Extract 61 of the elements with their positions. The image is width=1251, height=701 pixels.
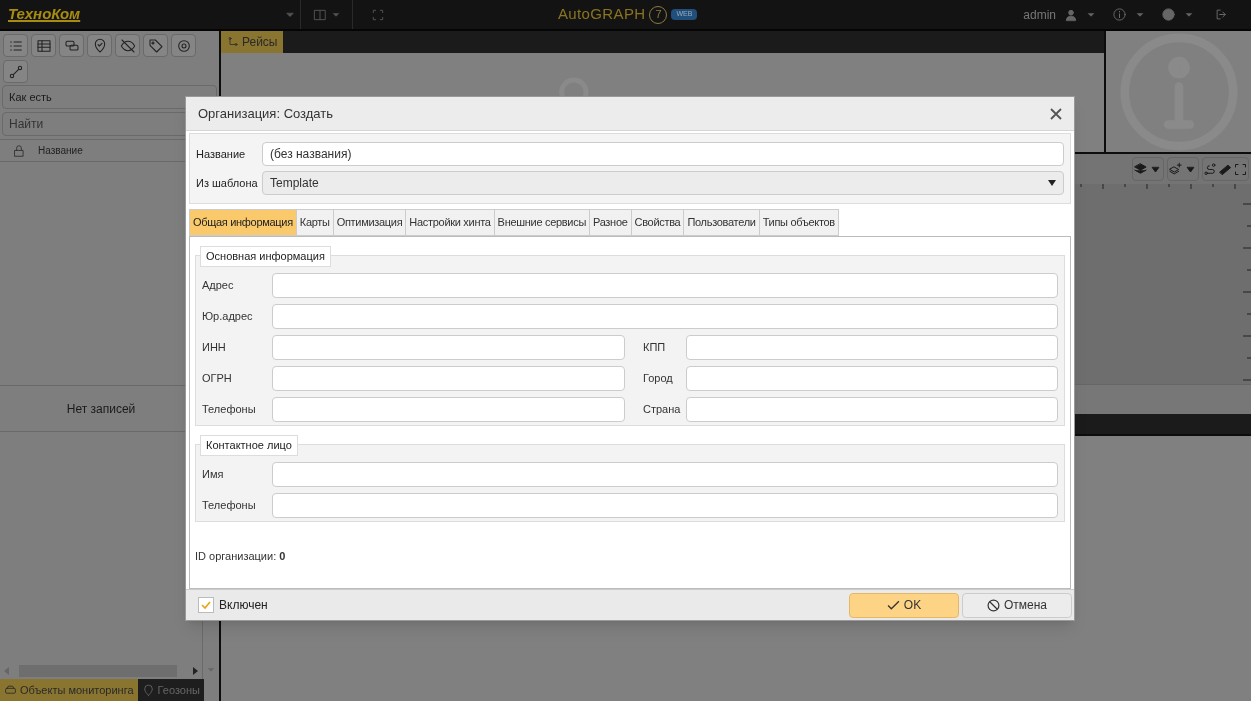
field-label: Телефоны xyxy=(202,402,257,418)
input-field[interactable] xyxy=(272,397,625,422)
ok-button[interactable]: OK xyxy=(849,592,959,618)
group-title: Основная информация xyxy=(200,246,331,267)
input-field[interactable] xyxy=(686,397,1058,422)
field-label: ИНН xyxy=(202,340,227,356)
username: admin xyxy=(1023,6,1056,24)
dialog-tab[interactable]: Внешние сервисы xyxy=(493,209,590,236)
dialog-tab[interactable]: Типы объектов xyxy=(758,209,839,236)
input-field[interactable] xyxy=(686,335,1058,360)
close-button[interactable] xyxy=(1050,107,1062,120)
split-view-icon[interactable] xyxy=(312,7,327,22)
input-field[interactable] xyxy=(272,335,625,360)
brand-title: AutoGRAPH xyxy=(557,4,646,25)
lock-icon[interactable] xyxy=(12,143,26,158)
cancel-icon xyxy=(986,598,1000,612)
list-icon[interactable] xyxy=(3,34,28,57)
field-label: Из шаблона xyxy=(196,175,259,191)
input-field[interactable] xyxy=(272,462,1058,487)
field-label: Страна xyxy=(643,402,682,418)
logout-icon[interactable] xyxy=(1214,7,1229,22)
group-title: Контактное лицо xyxy=(200,435,298,456)
map-pin-icon[interactable] xyxy=(87,34,112,57)
cancel-button[interactable]: Отмена xyxy=(962,592,1072,618)
dialog-tab[interactable]: Свойства xyxy=(630,209,685,236)
logo: ТехноКом xyxy=(7,4,82,25)
field-label: Юр.адрес xyxy=(202,309,254,325)
field-label: Адрес xyxy=(202,278,235,294)
user-icon[interactable] xyxy=(1064,7,1078,22)
field-label: ОГРН xyxy=(202,371,233,387)
tag-icon[interactable] xyxy=(143,34,168,57)
input-field[interactable] xyxy=(686,366,1058,391)
dialog-tab[interactable]: Общая информация xyxy=(189,209,297,236)
field-label: Название xyxy=(196,146,247,162)
info-icon[interactable] xyxy=(1112,7,1127,22)
dialog-tab[interactable]: Разное xyxy=(589,209,632,236)
organization-id: ID организации: 0 xyxy=(195,549,287,564)
field-label: Имя xyxy=(202,467,225,483)
settings-icon[interactable] xyxy=(171,34,196,57)
check-icon xyxy=(886,598,900,612)
dialog-tab[interactable]: Оптимизация xyxy=(332,209,407,236)
field-label: Телефоны xyxy=(202,498,257,514)
field-label: Город xyxy=(643,371,674,387)
dialog-tab[interactable]: Карты xyxy=(295,209,334,236)
checkbox[interactable] xyxy=(198,597,214,613)
hidden-icon[interactable] xyxy=(115,34,140,57)
name-field[interactable]: (без названия) xyxy=(262,142,1064,166)
map-pin-icon xyxy=(141,683,155,697)
input-field[interactable] xyxy=(272,366,625,391)
column-header[interactable]: Название xyxy=(38,143,83,158)
field-label: КПП xyxy=(643,340,667,356)
input-field[interactable] xyxy=(272,304,1058,329)
cars-icon[interactable] xyxy=(59,34,84,57)
checkbox-label: Включен xyxy=(219,597,268,614)
fullscreen-icon[interactable] xyxy=(370,7,385,22)
dialog-tab[interactable]: Настройки хинта xyxy=(405,209,495,236)
dialog-tab[interactable]: Пользователи xyxy=(683,209,760,236)
input-field[interactable] xyxy=(272,493,1058,518)
input-field[interactable] xyxy=(272,273,1058,298)
table-icon[interactable] xyxy=(31,34,56,57)
template-dropdown[interactable]: Template xyxy=(262,171,1064,195)
